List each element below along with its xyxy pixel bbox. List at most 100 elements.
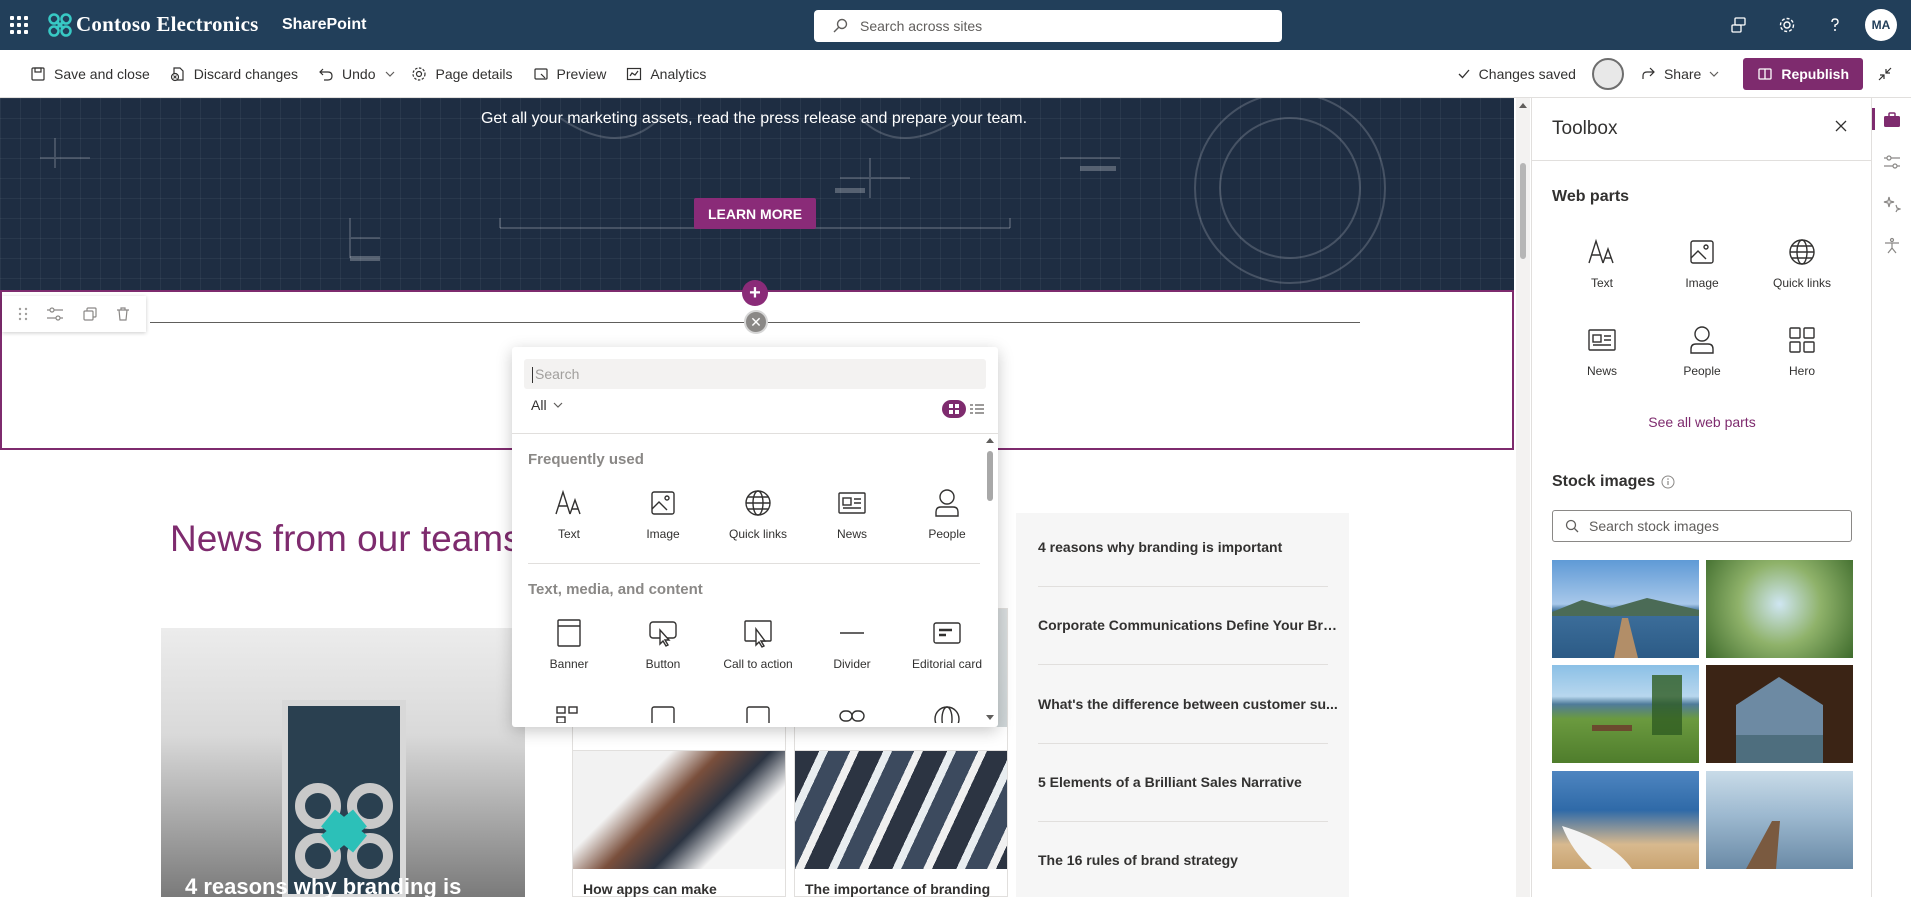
chevron-down-icon — [386, 71, 395, 77]
toolbox-item-image[interactable]: Image — [1652, 234, 1752, 290]
grid-layout-icon[interactable] — [555, 705, 583, 723]
news-hero-card[interactable]: 4 reasons why branding is — [161, 628, 525, 897]
person-icon — [1690, 326, 1714, 354]
close-picker-button[interactable]: ✕ — [744, 310, 768, 334]
edit-properties-icon[interactable] — [46, 306, 64, 322]
picker-item-news[interactable]: News — [805, 485, 899, 541]
undo-dropdown[interactable] — [379, 50, 401, 98]
coauthor-avatar[interactable] — [1591, 58, 1624, 90]
picker-item-call-to-action[interactable]: Call to action — [711, 615, 805, 671]
page-details-button[interactable]: Page details — [401, 50, 522, 98]
app-launcher-icon[interactable] — [8, 14, 30, 36]
canvas-scroll-thumb[interactable] — [1520, 163, 1526, 259]
picker-scrollbar[interactable] — [984, 435, 996, 725]
image-gallery-icon[interactable] — [649, 705, 677, 723]
scroll-down-icon[interactable] — [986, 715, 994, 721]
news-list-item[interactable]: Corporate Communications Define Your Bra… — [1038, 617, 1338, 633]
news-list-divider — [1038, 586, 1328, 587]
undo-button[interactable]: Undo — [308, 50, 379, 98]
news-card[interactable]: The importance of branding — [794, 750, 1008, 897]
picker-item-label: Divider — [833, 657, 871, 671]
stock-image-dock-lake[interactable] — [1552, 560, 1699, 658]
stock-image-pier-sunrise[interactable] — [1706, 771, 1853, 869]
discard-changes-button[interactable]: Discard changes — [160, 50, 308, 98]
drag-handle-icon[interactable] — [17, 306, 29, 322]
text-icon — [1588, 238, 1614, 264]
list-view-icon[interactable] — [970, 403, 984, 415]
stock-image-green-sky[interactable] — [1706, 560, 1853, 658]
share-button[interactable]: Share — [1630, 50, 1729, 98]
save-and-close-button[interactable]: Save and close — [20, 50, 160, 98]
stock-image-picnic-lake[interactable] — [1552, 665, 1699, 763]
picker-item-text[interactable]: Text — [522, 485, 616, 541]
analytics-button[interactable]: Analytics — [616, 50, 716, 98]
globe-icon — [745, 490, 771, 516]
see-all-web-parts-link[interactable]: See all web parts — [1532, 414, 1872, 430]
link-icon[interactable] — [838, 705, 866, 723]
hero-icon — [1789, 327, 1815, 353]
picker-search-input[interactable]: Search — [524, 359, 986, 389]
accessibility-tab[interactable] — [1872, 226, 1911, 266]
discard-changes-label: Discard changes — [193, 65, 299, 82]
global-search-box[interactable]: Search across sites — [814, 10, 1282, 42]
help-icon[interactable] — [1811, 0, 1859, 50]
app-name[interactable]: SharePoint — [282, 16, 366, 34]
properties-tab[interactable] — [1872, 142, 1911, 182]
picker-body: Frequently used Text Image Quick links N… — [512, 435, 998, 723]
picker-item-quick-links[interactable]: Quick links — [711, 485, 805, 541]
canvas-scrollbar[interactable] — [1516, 98, 1530, 897]
info-icon[interactable] — [1661, 475, 1675, 489]
hero-banner[interactable]: Get all your marketing assets, read the … — [0, 98, 1514, 290]
globe-icon[interactable] — [933, 705, 961, 723]
scroll-up-icon[interactable] — [986, 437, 994, 443]
picker-filter-dropdown[interactable]: All — [531, 397, 563, 413]
republish-button[interactable]: Republish — [1743, 58, 1863, 90]
preview-button[interactable]: Preview — [523, 50, 617, 98]
learn-more-button[interactable]: LEARN MORE — [694, 198, 816, 229]
picker-item-label: Image — [646, 527, 680, 541]
stock-image-cabin-window[interactable] — [1706, 665, 1853, 763]
discard-icon — [170, 66, 184, 81]
picker-item-editorial-card[interactable]: Editorial card — [900, 615, 994, 671]
sparkle-icon — [1883, 196, 1901, 213]
picker-item-label: Text — [557, 527, 580, 541]
undo-label: Undo — [342, 65, 376, 82]
stock-images-search[interactable]: Search stock images — [1552, 510, 1852, 542]
share-icon — [1642, 67, 1655, 79]
view-toggle[interactable] — [942, 400, 984, 418]
add-webpart-button[interactable]: + — [742, 280, 768, 306]
image-icon[interactable] — [744, 705, 772, 723]
delete-icon[interactable] — [115, 306, 131, 322]
user-avatar[interactable]: MA — [1865, 9, 1897, 41]
brand[interactable]: Contoso Electronics — [48, 12, 259, 37]
news-list-item[interactable]: The 16 rules of brand strategy — [1038, 852, 1338, 868]
settings-gear-icon[interactable] — [1763, 0, 1811, 50]
picker-item-label: Editorial card — [911, 657, 983, 671]
analytics-label: Analytics — [650, 65, 707, 82]
toolbox-item-news[interactable]: News — [1552, 322, 1652, 378]
news-list-item[interactable]: 4 reasons why branding is important — [1038, 539, 1338, 555]
toolbox-item-people[interactable]: People — [1652, 322, 1752, 378]
stock-image-boat-beach[interactable] — [1552, 771, 1699, 869]
picker-item-people[interactable]: People — [900, 485, 994, 541]
collapse-pane-button[interactable] — [1863, 50, 1911, 98]
duplicate-icon[interactable] — [82, 306, 98, 322]
toolbox-item-quick-links[interactable]: Quick links — [1752, 234, 1852, 290]
scroll-up-icon[interactable] — [1519, 102, 1527, 108]
news-list-item[interactable]: 5 Elements of a Brilliant Sales Narrativ… — [1038, 774, 1338, 790]
toolbox-tab[interactable] — [1872, 100, 1911, 140]
news-card[interactable]: How apps can make — [572, 750, 786, 897]
picker-item-banner[interactable]: Banner — [522, 615, 616, 671]
picker-item-image[interactable]: Image — [616, 485, 710, 541]
toolbox-item-hero[interactable]: Hero — [1752, 322, 1852, 378]
toolbox-item-text[interactable]: Text — [1552, 234, 1652, 290]
search-icon — [1565, 519, 1579, 533]
close-icon[interactable] — [1835, 120, 1847, 132]
grid-view-icon[interactable] — [942, 400, 966, 418]
picker-item-button[interactable]: Button — [616, 615, 710, 671]
news-list-item[interactable]: What's the difference between customer s… — [1038, 696, 1338, 712]
feedback-icon[interactable] — [1715, 0, 1763, 50]
picker-scroll-thumb[interactable] — [987, 451, 993, 501]
picker-item-divider[interactable]: Divider — [805, 615, 899, 671]
design-ideas-tab[interactable] — [1872, 184, 1911, 224]
